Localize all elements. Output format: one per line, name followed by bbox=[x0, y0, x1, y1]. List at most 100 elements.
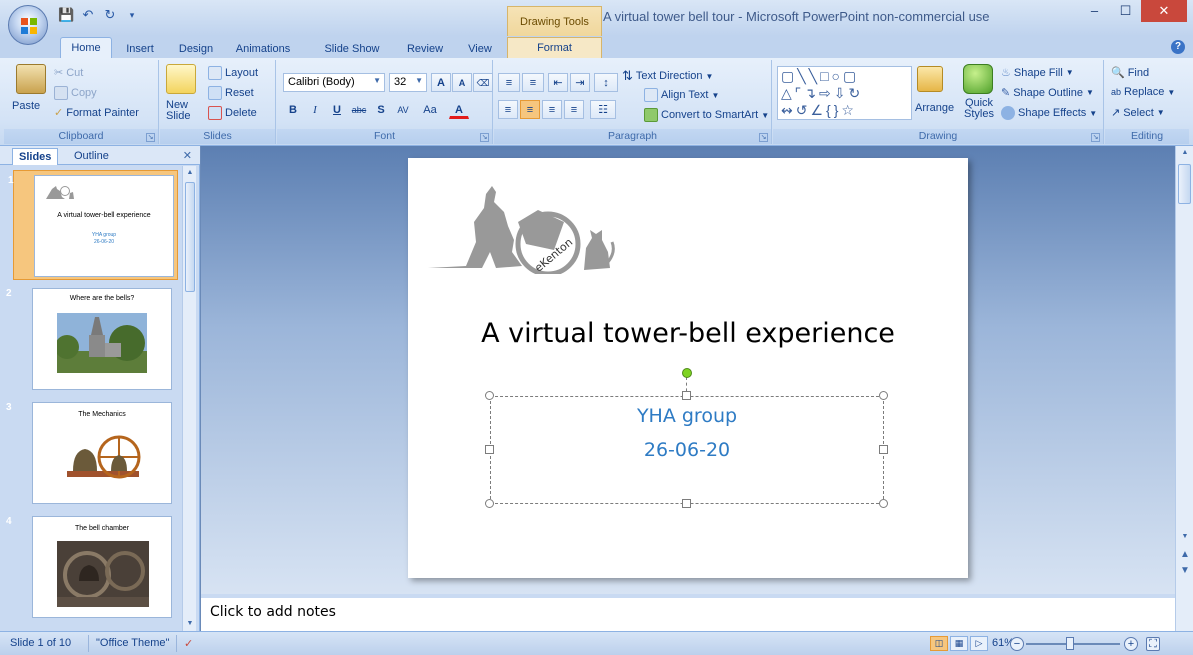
shape-outline-button[interactable]: ✎ Shape Outline ▼ bbox=[1001, 86, 1094, 100]
resize-handle-bottom-right[interactable] bbox=[879, 499, 888, 508]
align-center-button[interactable]: ≡ bbox=[520, 100, 540, 119]
redo-icon[interactable]: ↻ bbox=[102, 7, 118, 23]
resize-handle-top-left[interactable] bbox=[485, 391, 494, 400]
slide-show-icon[interactable]: ▷ bbox=[970, 636, 988, 651]
tab-view[interactable]: View bbox=[460, 40, 500, 58]
character-spacing-button[interactable]: AV bbox=[393, 100, 413, 119]
bold-button[interactable]: B bbox=[283, 100, 303, 119]
find-button[interactable]: 🔍 Find bbox=[1111, 66, 1149, 80]
italic-button[interactable]: I bbox=[305, 100, 325, 119]
quick-styles-icon[interactable] bbox=[963, 64, 993, 94]
align-right-button[interactable]: ≡ bbox=[542, 100, 562, 119]
paste-icon[interactable] bbox=[16, 64, 46, 94]
copy-button[interactable]: Copy bbox=[54, 86, 97, 100]
paragraph-launcher-icon[interactable]: ↘ bbox=[759, 133, 768, 142]
tab-slide-show[interactable]: Slide Show bbox=[316, 40, 388, 58]
zoom-slider-knob[interactable] bbox=[1066, 637, 1074, 650]
minimize-button[interactable]: – bbox=[1079, 0, 1110, 22]
rotation-handle[interactable] bbox=[682, 368, 692, 378]
theme-name[interactable]: "Office Theme" bbox=[96, 637, 169, 649]
resize-handle-left[interactable] bbox=[485, 445, 494, 454]
undo-icon[interactable]: ↶ bbox=[80, 7, 96, 23]
select-button[interactable]: ↗ Select ▼ bbox=[1111, 106, 1165, 120]
shrink-font-button[interactable]: A bbox=[452, 73, 472, 92]
close-button[interactable]: ✕ bbox=[1141, 0, 1187, 22]
numbering-button[interactable]: ≡ bbox=[522, 73, 544, 92]
help-icon[interactable]: ? bbox=[1171, 40, 1185, 54]
delete-button[interactable]: Delete bbox=[208, 106, 257, 120]
clear-formatting-button[interactable]: ⌫ bbox=[473, 73, 493, 92]
zoom-out-icon[interactable]: − bbox=[1010, 637, 1024, 651]
scroll-up-icon[interactable]: ▲ bbox=[1176, 146, 1193, 160]
tab-slides[interactable]: Slides bbox=[12, 148, 59, 165]
line-spacing-button[interactable]: ↕ bbox=[594, 73, 618, 92]
new-slide-button[interactable]: New Slide bbox=[166, 100, 202, 122]
increase-indent-button[interactable]: ⇥ bbox=[570, 73, 590, 92]
shape-effects-button[interactable]: Shape Effects ▼ bbox=[1001, 106, 1097, 120]
layout-button[interactable]: Layout bbox=[208, 66, 258, 80]
justify-button[interactable]: ≡ bbox=[564, 100, 584, 119]
spelling-check-icon[interactable]: ✓ bbox=[184, 637, 193, 650]
drawing-launcher-icon[interactable]: ↘ bbox=[1091, 133, 1100, 142]
align-left-button[interactable]: ≡ bbox=[498, 100, 518, 119]
arrange-icon[interactable] bbox=[917, 66, 943, 92]
notes-scrollbar[interactable] bbox=[1175, 594, 1193, 631]
shadow-button[interactable]: S bbox=[371, 100, 391, 119]
canvas-scrollbar[interactable]: ▲ ▼ ▲ ▼ bbox=[1175, 146, 1193, 594]
paste-button[interactable]: Paste bbox=[12, 100, 40, 112]
office-button[interactable] bbox=[8, 5, 48, 45]
quick-styles-button[interactable]: Quick Styles bbox=[957, 98, 1001, 120]
save-icon[interactable]: 💾 bbox=[58, 7, 74, 23]
notes-pane[interactable]: Click to add notes bbox=[201, 594, 1175, 631]
convert-smartart-button[interactable]: Convert to SmartArt ▼ bbox=[644, 108, 769, 122]
tab-insert[interactable]: Insert bbox=[118, 40, 162, 58]
columns-button[interactable]: ☷ bbox=[590, 100, 616, 119]
font-size-select[interactable]: 32 ▼ bbox=[389, 73, 427, 92]
font-family-select[interactable]: Calibri (Body) ▼ bbox=[283, 73, 385, 92]
scroll-up-icon[interactable]: ▲ bbox=[183, 166, 197, 180]
bullets-button[interactable]: ≡ bbox=[498, 73, 520, 92]
shape-fill-button[interactable]: ♨ Shape Fill ▼ bbox=[1001, 66, 1074, 80]
tab-home[interactable]: Home bbox=[60, 37, 112, 58]
resize-handle-top-right[interactable] bbox=[879, 391, 888, 400]
resize-handle-right[interactable] bbox=[879, 445, 888, 454]
font-color-button[interactable]: A bbox=[449, 100, 469, 119]
strikethrough-button[interactable]: abc bbox=[349, 100, 369, 119]
maximize-button[interactable]: ☐ bbox=[1110, 0, 1141, 22]
thumbnail-scrollbar[interactable]: ▲ ▼ bbox=[182, 166, 196, 631]
close-icon[interactable]: ✕ bbox=[183, 149, 192, 162]
tab-animations[interactable]: Animations bbox=[226, 40, 300, 58]
replace-button[interactable]: ab Replace ▼ bbox=[1111, 86, 1175, 98]
format-painter-button[interactable]: ✓ Format Painter bbox=[54, 106, 139, 120]
slide-sorter-icon[interactable]: ▦ bbox=[950, 636, 968, 651]
thumbnail-slide-2[interactable]: 2 Where are the bells? bbox=[6, 284, 179, 394]
thumbnail-slide-1[interactable]: 1 A virtual tower-bell experience YHA gr… bbox=[8, 170, 178, 280]
next-slide-icon[interactable]: ▼ bbox=[1176, 564, 1193, 578]
new-slide-icon[interactable] bbox=[166, 64, 196, 94]
tab-outline[interactable]: Outline bbox=[68, 148, 115, 165]
align-text-button[interactable]: Align Text ▼ bbox=[644, 88, 719, 102]
decrease-indent-button[interactable]: ⇤ bbox=[548, 73, 568, 92]
slide-title[interactable]: A virtual tower-bell experience bbox=[408, 318, 968, 349]
qat-dropdown-icon[interactable]: ▾ bbox=[124, 7, 140, 23]
clipboard-launcher-icon[interactable]: ↘ bbox=[146, 133, 155, 142]
slide-1[interactable]: eKenton A virtual tower-bell experience … bbox=[408, 158, 968, 578]
arrange-button[interactable]: Arrange bbox=[915, 102, 954, 114]
subtitle-placeholder[interactable]: YHA group 26-06-20 bbox=[490, 396, 884, 504]
scroll-down-icon[interactable]: ▼ bbox=[183, 617, 197, 631]
tab-design[interactable]: Design bbox=[174, 40, 218, 58]
font-launcher-icon[interactable]: ↘ bbox=[480, 133, 489, 142]
grow-font-button[interactable]: A bbox=[431, 73, 451, 92]
tab-review[interactable]: Review bbox=[400, 40, 450, 58]
thumbnail-slide-3[interactable]: 3 The Mechanics bbox=[6, 398, 179, 508]
thumbnail-slide-4[interactable]: 4 The bell chamber bbox=[6, 512, 179, 622]
resize-handle-bottom[interactable] bbox=[682, 499, 691, 508]
zoom-in-icon[interactable]: + bbox=[1124, 637, 1138, 651]
shapes-gallery[interactable]: ▢╲╲□○▢ △⌜↴⇨⇩↻ ↭↺∠{}☆ bbox=[777, 66, 912, 120]
change-case-button[interactable]: Aa bbox=[417, 100, 443, 119]
cut-button[interactable]: ✂ Cut bbox=[54, 66, 83, 80]
tab-format[interactable]: Format bbox=[507, 37, 602, 58]
scroll-thumb[interactable] bbox=[185, 182, 195, 292]
normal-view-icon[interactable]: ◫ bbox=[930, 636, 948, 651]
previous-slide-icon[interactable]: ▲ bbox=[1176, 548, 1193, 562]
